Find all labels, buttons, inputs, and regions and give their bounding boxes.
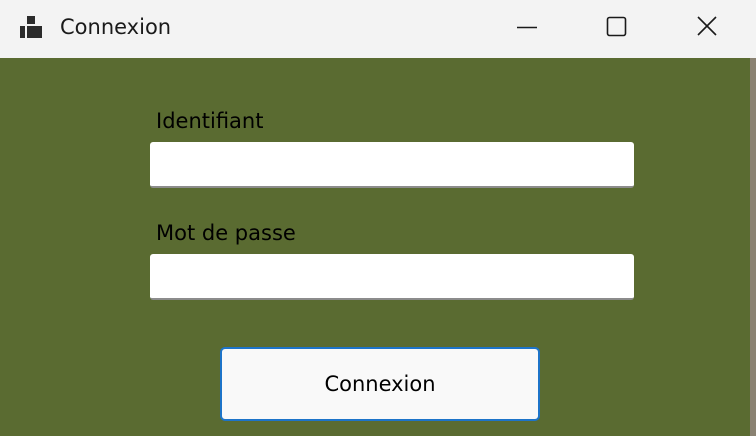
login-button[interactable]: Connexion	[220, 347, 540, 421]
login-form: Identifiant Mot de passe Connexion	[0, 58, 750, 436]
maximize-button[interactable]	[572, 0, 662, 56]
window-title: Connexion	[60, 15, 172, 39]
close-button[interactable]	[662, 0, 752, 56]
username-label: Identifiant	[156, 109, 264, 133]
username-input[interactable]	[150, 142, 634, 188]
title-bar[interactable]: Connexion	[0, 0, 756, 58]
window-edge	[750, 58, 756, 436]
minimize-button[interactable]	[482, 0, 572, 56]
login-window: Connexion Identifiant Mot de passe Conne…	[0, 0, 756, 436]
app-window-icon	[18, 14, 44, 40]
password-input[interactable]	[150, 254, 634, 300]
password-label: Mot de passe	[156, 221, 296, 245]
